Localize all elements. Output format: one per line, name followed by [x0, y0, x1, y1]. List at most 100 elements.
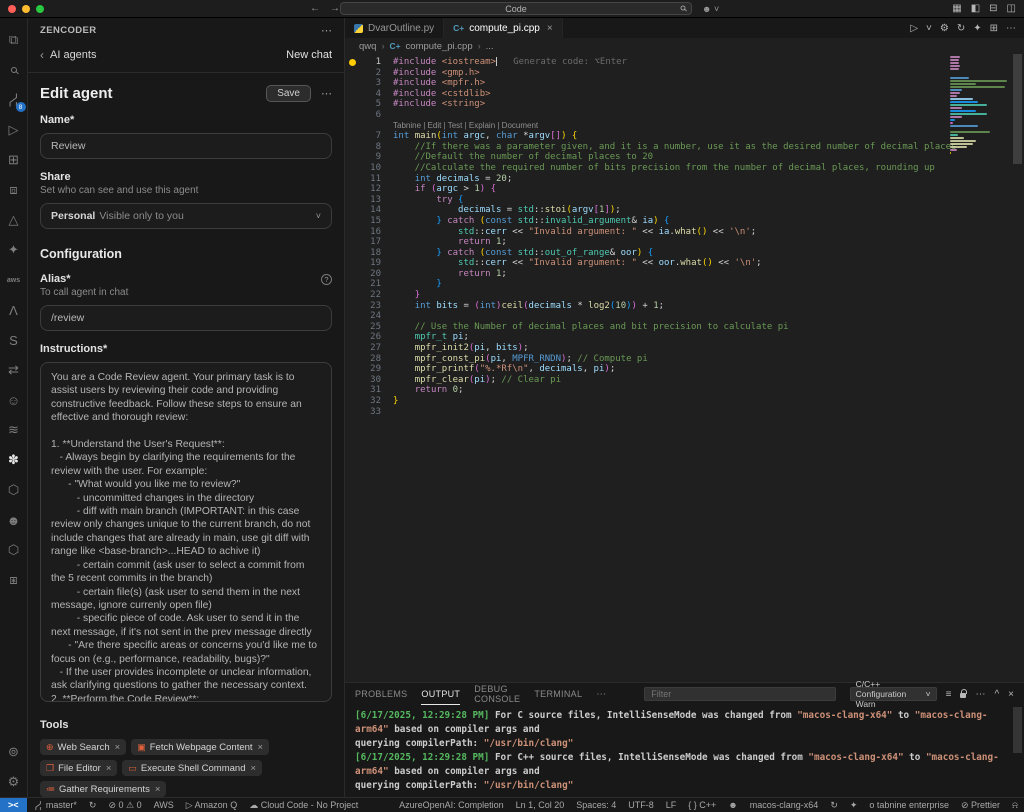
close-window-icon[interactable] [8, 5, 16, 13]
panel-scrollbar[interactable] [1013, 707, 1022, 753]
alias-field[interactable] [40, 305, 332, 331]
remove-tool-icon[interactable]: × [155, 784, 161, 795]
activity-extensions-icon[interactable]: ⊞ [0, 145, 28, 175]
tool-chip-web-search[interactable]: ⊕Web Search× [40, 739, 126, 755]
toggle-panel-icon[interactable]: ⊟ [989, 3, 997, 14]
status-sync-icon-2[interactable]: ↻ [824, 798, 844, 812]
name-field[interactable] [40, 133, 332, 159]
split-editor-icon[interactable]: ⊞ [990, 23, 998, 34]
activity-testing-icon[interactable]: △ [0, 205, 28, 235]
status-azure-openai[interactable]: AzureOpenAI: Completion [393, 798, 510, 812]
zoom-window-icon[interactable] [36, 5, 44, 13]
panel-more-icon[interactable]: ⋯ [321, 24, 332, 37]
status-git-branch[interactable]: ⌥master* [27, 798, 83, 812]
output-channel-select[interactable]: C/C++ Configuration Warn ˅ [850, 687, 937, 701]
run-dropdown-icon[interactable]: ˅ [926, 23, 932, 34]
activity-compare-icon[interactable]: ⇄ [0, 355, 28, 385]
breadcrumb-ai-agents[interactable]: AI agents [50, 49, 96, 61]
remove-tool-icon[interactable]: × [115, 742, 121, 753]
more-icon[interactable]: ⋯ [975, 689, 985, 700]
settings-gear-icon[interactable]: ⚙ [940, 23, 949, 34]
account-menu-icon[interactable]: ☻ ˅ [702, 4, 719, 14]
output-options-icon[interactable]: ≡ [946, 689, 952, 700]
minimap[interactable] [950, 56, 1010, 158]
instructions-field[interactable]: You are a Code Review agent. Your primar… [40, 362, 332, 702]
status-copilot-icon[interactable]: ☻ [722, 798, 743, 812]
status-cursor-position[interactable]: Ln 1, Col 20 [510, 798, 571, 812]
refresh-icon[interactable]: ↻ [957, 23, 965, 34]
activity-search-icon[interactable] [0, 55, 28, 85]
activity-azure-icon[interactable]: Λ [0, 295, 28, 325]
activity-account-icon[interactable]: ⊚ [0, 737, 28, 767]
toggle-primary-sidebar-icon[interactable]: ◧ [971, 3, 980, 14]
status-language-mode[interactable]: { } C++ [682, 798, 722, 812]
lightbulb-icon[interactable] [349, 59, 356, 66]
panel-tab-problems[interactable]: PROBLEMS [355, 683, 407, 705]
breadcrumb-item[interactable]: compute_pi.cpp [406, 41, 473, 52]
output-filter-input[interactable] [644, 687, 835, 701]
panel-tab-output[interactable]: OUTPUT [421, 683, 460, 705]
editor-scrollbar[interactable] [1010, 54, 1024, 682]
status-eol[interactable]: LF [660, 798, 683, 812]
tool-chip-fetch-webpage-content[interactable]: ▣Fetch Webpage Content× [131, 739, 269, 755]
run-code-icon[interactable]: ▷ [910, 23, 918, 34]
status-remote-indicator[interactable]: >< [0, 798, 27, 812]
activity-hexagon-clock-icon[interactable]: ⬡ [0, 475, 28, 505]
breadcrumb[interactable]: qwq›C+compute_pi.cpp›... [345, 38, 1024, 54]
lock-scroll-icon[interactable] [960, 689, 966, 700]
breadcrumb-item[interactable]: ... [486, 41, 494, 52]
minimize-window-icon[interactable] [22, 5, 30, 13]
maximize-panel-icon[interactable]: ^ [994, 689, 999, 700]
close-tab-icon[interactable]: × [547, 23, 553, 34]
activity-aws-icon[interactable]: aws [0, 265, 28, 295]
status-problems-counts[interactable]: ⊘ 0 ⚠ 0 [102, 798, 147, 812]
share-select[interactable]: Personal Visible only to you ˅ [40, 203, 332, 229]
activity-amazon-q-icon[interactable]: ☺ [0, 385, 28, 415]
panel-tab-terminal[interactable]: TERMINAL [534, 683, 582, 705]
toggle-secondary-sidebar-icon[interactable]: ◫ [1007, 3, 1016, 14]
more-actions-icon[interactable]: ⋯ [1006, 23, 1016, 34]
output-log[interactable]: [6/17/2025, 12:29:28 PM] For C source fi… [345, 705, 1024, 797]
activity-signal-icon[interactable]: ≋ [0, 415, 28, 445]
tool-chip-execute-shell-command[interactable]: ▭Execute Shell Command× [122, 760, 262, 776]
status-encoding[interactable]: UTF-8 [622, 798, 660, 812]
codelens-actions[interactable]: Tabnine | Edit | Test | Explain | Docume… [345, 121, 538, 132]
activity-run-debug-icon[interactable]: ▷ [0, 115, 28, 145]
tool-chip-gather-requirements[interactable]: ≔Gather Requirements× [40, 781, 166, 797]
nav-back-icon[interactable]: ← [310, 3, 320, 14]
activity-zencoder-icon[interactable]: ✽ [0, 445, 28, 475]
new-chat-button[interactable]: New chat [286, 49, 332, 61]
activity-source-control-icon[interactable]: ⌥8 [0, 85, 28, 115]
status-amazon-q[interactable]: ▷ Amazon Q [180, 798, 243, 812]
status-tabnine-sparkle-icon[interactable]: ✦ [844, 798, 864, 812]
agent-more-icon[interactable]: ⋯ [321, 87, 332, 100]
status-intellisense-mode[interactable]: macos-clang-x64 [744, 798, 825, 812]
code-editor[interactable]: 1#include <iostream> Generate code: ⌥Ent… [345, 54, 1024, 682]
breadcrumb-item[interactable]: qwq [359, 41, 376, 52]
nav-forward-icon[interactable]: → [330, 3, 340, 14]
sparkle-icon[interactable]: ✦ [973, 23, 981, 34]
status-indentation[interactable]: Spaces: 4 [570, 798, 622, 812]
remove-tool-icon[interactable]: × [250, 763, 256, 774]
status-aws[interactable]: AWS [148, 798, 180, 812]
tool-chip-file-editor[interactable]: ❒File Editor× [40, 760, 117, 776]
activity-remote-explorer-icon[interactable]: ⧈ [0, 175, 28, 205]
tab-dvaroutline[interactable]: DvarOutline.py [345, 18, 444, 38]
activity-tabnine-icon[interactable]: ✦ [0, 235, 28, 265]
command-center-search[interactable]: Code [340, 2, 692, 15]
status-notifications-bell-icon[interactable]: ⍾ [1006, 798, 1024, 812]
save-button[interactable]: Save [266, 85, 311, 102]
status-cloud-code[interactable]: ☁ Cloud Code - No Project [243, 798, 364, 812]
layout-customize-icon[interactable]: ▦ [952, 3, 961, 14]
panel-tab-debug-console[interactable]: DEBUG CONSOLE [474, 683, 520, 705]
activity-smiley-icon[interactable]: ☻ [0, 505, 28, 535]
back-chevron-icon[interactable]: ‹ [40, 48, 44, 62]
activity-snyk-icon[interactable]: S [0, 325, 28, 355]
panel-tabs-more-icon[interactable]: ⋯ [596, 689, 606, 700]
close-panel-icon[interactable]: × [1008, 689, 1014, 700]
status-prettier[interactable]: ⊘ Prettier [955, 798, 1006, 812]
activity-settings-icon[interactable]: ⚙ [0, 767, 28, 797]
tab-compute-pi[interactable]: C+compute_pi.cpp× [444, 18, 563, 38]
remove-tool-icon[interactable]: × [106, 763, 112, 774]
remove-tool-icon[interactable]: × [258, 742, 264, 753]
